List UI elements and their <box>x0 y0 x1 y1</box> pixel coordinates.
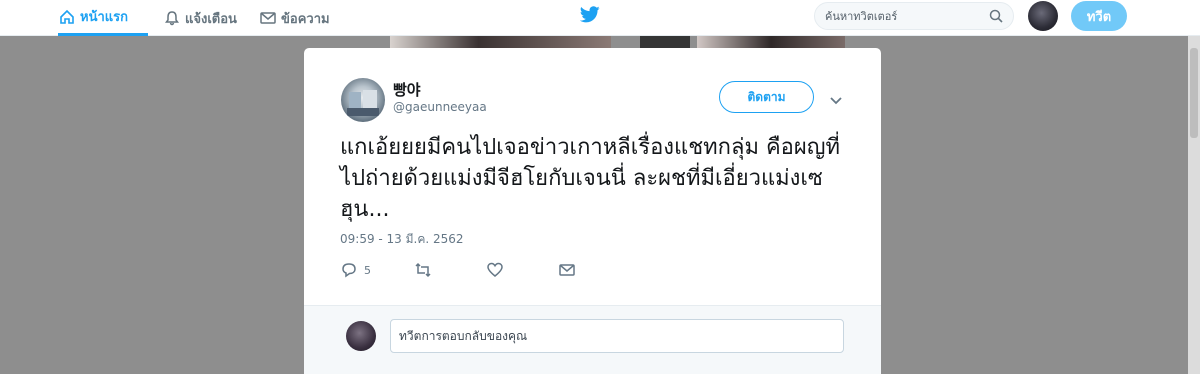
chevron-down-icon[interactable] <box>829 91 843 105</box>
tweet-modal: 빵야 @gaeunneeyaa ติดตาม แกเอ้ยยยมีคนไปเจอ… <box>304 48 881 374</box>
like-action[interactable] <box>486 260 504 280</box>
search-placeholder: ค้นหาทวิตเตอร์ <box>825 10 898 23</box>
nav-messages[interactable]: ข้อความ <box>259 0 330 36</box>
dm-icon <box>559 264 575 276</box>
dm-action[interactable] <box>558 260 576 280</box>
close-icon[interactable] <box>1168 4 1190 26</box>
search-icon[interactable] <box>989 9 1003 23</box>
follow-button[interactable]: ติดตาม <box>719 81 814 113</box>
scrollbar-thumb[interactable] <box>1190 48 1198 138</box>
reply-placeholder: ทวีตการตอบกลับของคุณ <box>399 328 528 343</box>
nav-home[interactable]: หน้าแรก <box>58 0 148 36</box>
nav-home-label: หน้าแรก <box>80 10 128 25</box>
author-avatar[interactable] <box>341 78 385 122</box>
nav-notifications-label: แจ้งเตือน <box>185 11 237 27</box>
tweet-text: แกเอ้ยยยมีคนไปเจอข่าวเกาหลีเรื่องแชทกลุ่… <box>340 135 841 222</box>
home-icon <box>58 8 76 26</box>
reply-icon <box>342 263 356 278</box>
reply-input[interactable]: ทวีตการตอบกลับของคุณ <box>390 319 844 353</box>
bell-icon <box>163 9 181 27</box>
reply-count: 5 <box>364 263 371 277</box>
twitter-bird-icon[interactable] <box>579 6 600 24</box>
author-display-name[interactable]: 빵야 <box>393 79 421 100</box>
top-nav: หน้าแรก แจ้งเตือน ข้อความ ค้นหาทวิตเตอร์… <box>0 0 1200 36</box>
reply-action[interactable]: 5 <box>340 260 371 280</box>
reply-composer: ทวีตการตอบกลับของคุณ <box>304 305 881 374</box>
author-handle[interactable]: @gaeunneeyaa <box>393 100 487 114</box>
scrollbar[interactable] <box>1188 36 1200 374</box>
tweet-button[interactable]: ทวีต <box>1071 1 1127 31</box>
nav-avatar[interactable] <box>1028 1 1058 31</box>
nav-messages-label: ข้อความ <box>281 11 330 27</box>
retweet-icon <box>415 262 431 278</box>
envelope-icon <box>259 9 277 27</box>
retweet-action[interactable] <box>414 260 432 280</box>
tweet-timestamp[interactable]: 09:59 - 13 มี.ค. 2562 <box>340 230 464 249</box>
search-input[interactable]: ค้นหาทวิตเตอร์ <box>814 2 1014 30</box>
heart-icon <box>487 262 503 277</box>
nav-notifications[interactable]: แจ้งเตือน <box>163 0 237 36</box>
current-user-avatar <box>346 321 376 351</box>
